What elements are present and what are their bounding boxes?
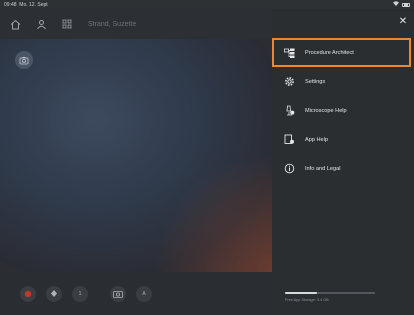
storage-bar (285, 292, 375, 294)
battery-icon (402, 2, 410, 7)
auto-label: A (142, 290, 146, 297)
status-bar: 09:48 Mo. 12. Sept (0, 0, 414, 9)
menu-item-microscope-help[interactable]: Microscope Help (272, 96, 414, 125)
storage-bar-fill (285, 292, 317, 294)
focus-button[interactable] (46, 285, 62, 302)
close-icon[interactable]: ✕ (398, 17, 408, 27)
menu-item-label: App Help (305, 136, 329, 143)
menu-item-procedure-architect[interactable]: Procedure Architect (272, 38, 411, 67)
menu-item-info-legal[interactable]: Info and Legal (272, 154, 414, 183)
menu-item-label: Procedure Architect (305, 49, 354, 56)
auto-button[interactable]: A (136, 285, 152, 302)
menu-item-label: Settings (305, 78, 326, 85)
record-icon (24, 290, 32, 297)
step-label: 1 (78, 290, 82, 297)
menu-list: Procedure Architect Settings Microscope … (272, 38, 414, 183)
gear-icon (284, 76, 295, 87)
menu-item-label: Info and Legal (305, 165, 341, 172)
step-button[interactable]: 1 (72, 285, 88, 302)
info-icon (284, 163, 295, 174)
microscope-help-icon (284, 105, 295, 116)
image-settings-button[interactable] (15, 51, 33, 69)
storage-label: Free App Storage: 3.4 GB (285, 298, 329, 302)
live-view (0, 39, 272, 272)
menu-item-app-help[interactable]: App Help (272, 125, 414, 154)
camera-icon (113, 290, 123, 298)
bottom-toolbar: 1 A (0, 272, 272, 315)
home-icon[interactable] (8, 17, 22, 31)
procedure-architect-icon (284, 47, 295, 58)
user-name: Strand, Suzette (88, 20, 137, 28)
snapshot-button[interactable] (110, 285, 126, 302)
app-help-icon (284, 134, 295, 145)
wifi-icon (393, 1, 399, 8)
menu-item-settings[interactable]: Settings (272, 67, 414, 96)
top-bar: Strand, Suzette (0, 9, 272, 39)
record-button[interactable] (20, 285, 36, 302)
diamond-icon (51, 290, 57, 297)
grid-icon[interactable] (60, 17, 74, 31)
user-icon[interactable] (34, 17, 48, 31)
storage-indicator: Free App Storage: 3.4 GB (285, 292, 375, 302)
status-time-date: 09:48 Mo. 12. Sept (4, 1, 48, 8)
menu-item-label: Microscope Help (305, 107, 347, 114)
main-menu-panel: ✕ Procedure Architect Settings Microscop… (272, 9, 414, 315)
image-settings-icon (19, 56, 29, 64)
